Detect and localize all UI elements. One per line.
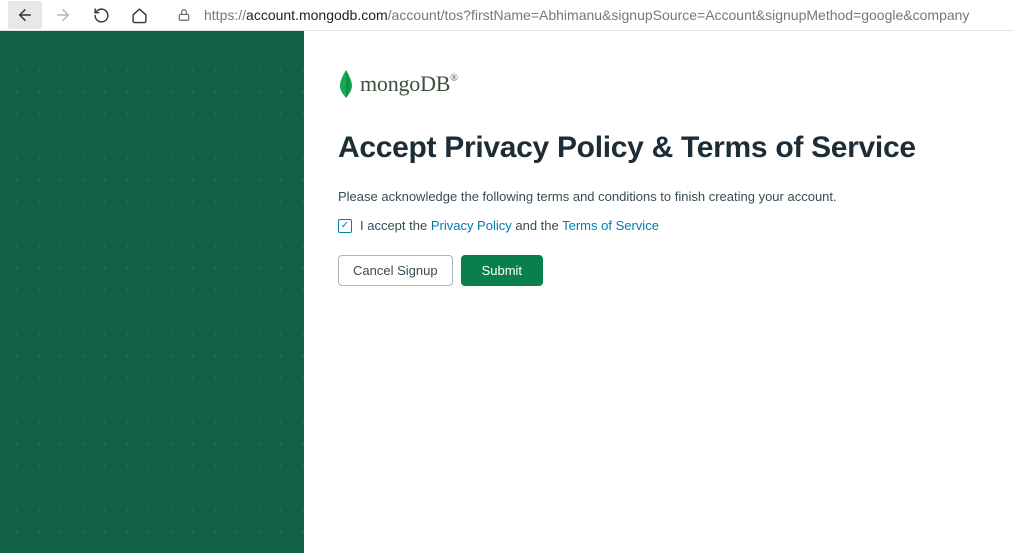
refresh-icon — [93, 7, 110, 24]
page-body: mongoDB® Accept Privacy Policy & Terms o… — [0, 31, 1013, 553]
main-content: mongoDB® Accept Privacy Policy & Terms o… — [304, 31, 1013, 553]
arrow-right-icon — [54, 6, 72, 24]
intro-text: Please acknowledge the following terms a… — [338, 189, 979, 204]
home-button[interactable] — [122, 1, 156, 29]
mongodb-logo: mongoDB® — [338, 69, 979, 99]
browser-toolbar: https://account.mongodb.com/account/tos?… — [0, 0, 1013, 31]
arrow-left-icon — [16, 6, 34, 24]
logo-text: mongoDB® — [360, 71, 458, 97]
forward-button[interactable] — [46, 1, 80, 29]
url-path: /account/tos?firstName=Abhimanu&signupSo… — [388, 7, 970, 23]
home-icon — [131, 7, 148, 24]
button-row: Cancel Signup Submit — [338, 255, 979, 286]
refresh-button[interactable] — [84, 1, 118, 29]
accept-label: I accept the Privacy Policy and the Term… — [360, 218, 659, 233]
url-host: account.mongodb.com — [246, 7, 388, 23]
address-bar[interactable]: https://account.mongodb.com/account/tos?… — [202, 7, 1005, 23]
lock-icon — [170, 8, 198, 22]
accept-checkbox[interactable]: ✓ — [338, 219, 352, 233]
page-heading: Accept Privacy Policy & Terms of Service — [338, 131, 979, 165]
privacy-policy-link[interactable]: Privacy Policy — [431, 218, 512, 233]
terms-of-service-link[interactable]: Terms of Service — [562, 218, 659, 233]
leaf-icon — [338, 69, 354, 99]
cancel-signup-button[interactable]: Cancel Signup — [338, 255, 453, 286]
accept-row: ✓ I accept the Privacy Policy and the Te… — [338, 218, 979, 233]
back-button[interactable] — [8, 1, 42, 29]
url-prefix: https:// — [204, 7, 246, 23]
decorative-sidebar — [0, 31, 304, 553]
submit-button[interactable]: Submit — [461, 255, 543, 286]
